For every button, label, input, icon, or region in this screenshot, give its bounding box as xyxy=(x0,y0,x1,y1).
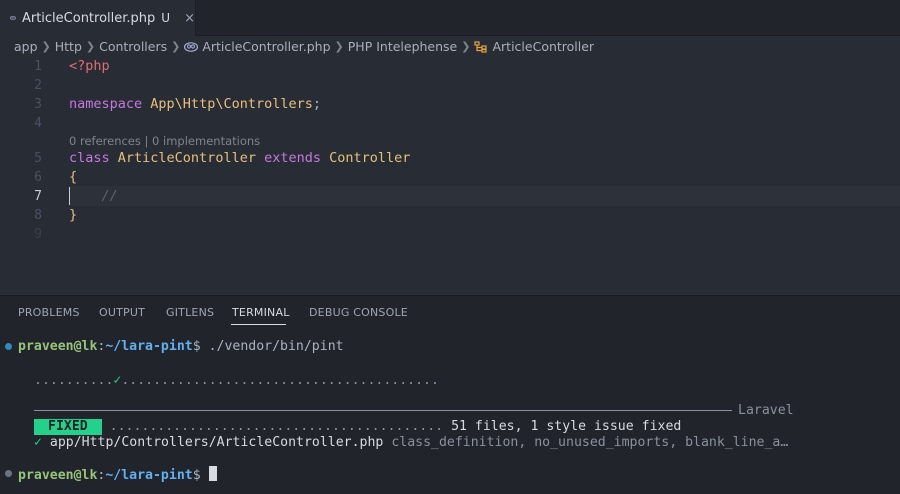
php-elephant-icon xyxy=(10,15,16,21)
code-line: 8 } xyxy=(0,206,900,225)
terminal-prompt-line: praveen@lk:~/lara-pint$ xyxy=(18,466,217,483)
php-open-tag: <?php xyxy=(69,58,110,74)
class-symbol-icon xyxy=(474,40,488,53)
line-number: 9 xyxy=(34,227,42,242)
prompt-dollar: $ xyxy=(192,339,201,354)
class-keyword: class xyxy=(69,150,110,166)
line-number: 2 xyxy=(34,78,42,93)
summary-dots: ........................................… xyxy=(109,419,444,434)
php-elephant-icon xyxy=(184,41,199,52)
editor-tab-bar: ArticleController.php U × xyxy=(0,0,900,36)
close-icon[interactable]: × xyxy=(184,11,195,26)
prompt-dollar: $ xyxy=(192,468,201,483)
breadcrumb-item-file[interactable]: ArticleController.php xyxy=(202,39,330,54)
chevron-right-icon: ❯ xyxy=(171,40,181,53)
breadcrumb-item-class[interactable]: ArticleController xyxy=(492,39,594,54)
pint-fixed-file-line: ✓ app/Http/Controllers/ArticleController… xyxy=(34,435,788,451)
line-number: 6 xyxy=(34,170,42,185)
breadcrumb-item-http[interactable]: Http xyxy=(55,39,82,54)
chevron-right-icon: ❯ xyxy=(41,40,51,53)
command-status-dot-icon xyxy=(5,470,12,477)
tab-untracked-status: U xyxy=(161,11,171,25)
line-number: 4 xyxy=(34,116,42,131)
code-line: 2 xyxy=(0,76,900,95)
terminal-cursor xyxy=(208,466,217,481)
code-line: 4 xyxy=(0,114,900,133)
preset-label: Laravel xyxy=(738,403,794,418)
separator-line xyxy=(34,410,732,411)
extends-keyword: extends xyxy=(264,150,321,166)
line-number: 8 xyxy=(34,208,42,223)
code-line: 5 class ArticleController extends Contro… xyxy=(0,149,900,168)
chevron-right-icon: ❯ xyxy=(334,40,344,53)
class-name: ArticleController xyxy=(117,150,256,166)
breadcrumb-item-app[interactable]: app xyxy=(14,39,38,54)
chevron-right-icon: ❯ xyxy=(85,40,96,53)
close-brace: } xyxy=(69,207,78,223)
check-icon: ✓ xyxy=(34,435,42,450)
fixed-badge: FIXED xyxy=(34,419,102,435)
parent-class-name: Controller xyxy=(329,150,411,166)
fixed-rules: class_definition, no_unused_imports, bla… xyxy=(391,435,789,450)
terminal[interactable]: praveen@lk:~/lara-pint$ ./vendor/bin/pin… xyxy=(0,296,900,494)
prompt-user: praveen@lk xyxy=(18,468,98,483)
progress-dots-post: ........................................ xyxy=(121,373,439,388)
code-line: 1 <?php xyxy=(0,57,900,76)
code-line-active: 7 // xyxy=(0,187,900,206)
breadcrumb: app ❯ Http ❯ Controllers ❯ ArticleContro… xyxy=(0,36,900,57)
bottom-panel: PROBLEMS OUTPUT GITLENS TERMINAL DEBUG C… xyxy=(0,295,900,494)
codelens-references[interactable]: 0 references | 0 implementations xyxy=(69,134,260,148)
tab-file-name: ArticleController.php xyxy=(21,10,156,26)
pint-summary-line: FIXED ..................................… xyxy=(34,419,681,435)
editor-tab-article-controller[interactable]: ArticleController.php U × xyxy=(0,0,196,36)
breadcrumb-item-controllers[interactable]: Controllers xyxy=(99,39,167,54)
line-number: 1 xyxy=(34,59,42,74)
semicolon: ; xyxy=(312,96,321,112)
prompt-path: ~/lara-pint xyxy=(105,339,193,354)
pint-progress-line: ..........✓.............................… xyxy=(34,373,439,389)
terminal-command: ./vendor/bin/pint xyxy=(200,339,344,354)
text-cursor xyxy=(69,187,70,205)
summary-text: 51 files, 1 style issue fixed xyxy=(451,419,682,434)
code-line: 6 { xyxy=(0,168,900,187)
code-line: 3 namespace App\Http\Controllers; xyxy=(0,95,900,114)
breadcrumb-item-language-server[interactable]: PHP Intelephense xyxy=(348,39,458,54)
line-number: 5 xyxy=(34,151,42,166)
namespace-name: App\Http\Controllers xyxy=(150,96,313,112)
line-number: 3 xyxy=(34,97,42,112)
prompt-path: ~/lara-pint xyxy=(105,468,193,483)
code-line: 9 xyxy=(0,225,900,244)
code-comment: // xyxy=(101,188,118,204)
code-editor[interactable]: 1 <?php 2 3 namespace App\Http\Controlle… xyxy=(0,57,900,295)
open-brace: { xyxy=(69,169,78,185)
prompt-user: praveen@lk xyxy=(18,339,98,354)
namespace-keyword: namespace xyxy=(69,96,143,112)
line-number-active: 7 xyxy=(34,189,42,204)
progress-dots-pre: .......... xyxy=(34,373,114,388)
command-success-dot-icon xyxy=(5,343,12,350)
chevron-right-icon: ❯ xyxy=(461,40,471,53)
fixed-file-path: app/Http/Controllers/ArticleController.p… xyxy=(49,435,384,450)
terminal-prompt-line: praveen@lk:~/lara-pint$ ./vendor/bin/pin… xyxy=(18,339,344,355)
